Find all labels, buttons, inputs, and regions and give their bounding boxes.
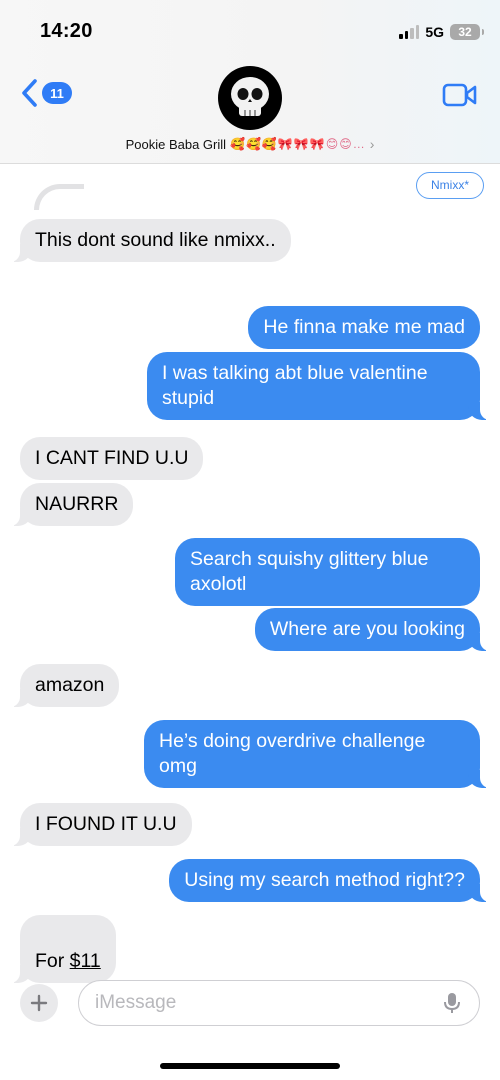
status-time: 14:20	[40, 20, 93, 42]
message-thread[interactable]: Nmixx* This dont sound like nmixx.. He f…	[0, 164, 500, 983]
message-bubble-incoming[interactable]: NAURRR	[7, 483, 134, 526]
conversation-header: 14:20 5G 32 11 Pookie Baba Grill 🥰🥰🥰🎀🎀�	[0, 0, 500, 164]
battery-icon: 32	[450, 24, 484, 40]
home-indicator[interactable]	[160, 1063, 340, 1069]
network-label: 5G	[425, 24, 444, 40]
message-bubble-outgoing[interactable]: Where are you looking	[254, 608, 493, 651]
message-text: For	[35, 950, 70, 972]
video-camera-icon	[442, 83, 477, 107]
message-bubble-outgoing[interactable]: Search squishy glittery blue axolotl	[175, 538, 480, 606]
message-bubble-incoming[interactable]: amazon	[7, 664, 120, 707]
signal-icon	[399, 25, 420, 39]
price-link[interactable]: $11	[70, 950, 101, 972]
message-bubble-incoming[interactable]: I CANT FIND U.U	[20, 437, 204, 480]
plus-icon	[30, 994, 48, 1012]
microphone-icon[interactable]	[441, 991, 463, 1015]
back-button[interactable]: 11	[20, 78, 72, 108]
contact-emojis: 🥰🥰🥰🎀🎀🎀😊😊…	[230, 137, 366, 151]
contact-name-row[interactable]: Pookie Baba Grill 🥰🥰🥰🎀🎀🎀😊😊… ›	[0, 136, 500, 152]
message-bubble-incoming[interactable]: This dont sound like nmixx..	[8, 219, 291, 262]
status-indicators: 5G 32	[399, 22, 484, 42]
skull-icon	[231, 77, 269, 116]
message-bubble-outgoing[interactable]: He’s doing overdrive challenge omg	[144, 720, 492, 788]
message-bubble-outgoing[interactable]: Using my search method right??	[169, 859, 492, 902]
contact-avatar[interactable]	[218, 66, 282, 130]
message-bubble-outgoing[interactable]: He finna make me mad	[248, 306, 480, 349]
message-input[interactable]	[95, 992, 441, 1014]
reply-thread-line	[34, 184, 84, 210]
message-bubble-incoming[interactable]: I FOUND IT U.U	[8, 803, 192, 846]
chevron-left-icon	[22, 79, 37, 107]
apps-plus-button[interactable]	[20, 984, 58, 1022]
chevron-right-icon: ›	[369, 136, 375, 152]
message-bubble-outgoing[interactable]: I was talking abt blue valentine stupid	[147, 352, 492, 420]
message-input-field[interactable]	[78, 980, 480, 1026]
message-bubble-incoming[interactable]: For $11	[8, 915, 116, 983]
reply-tag[interactable]: Nmixx*	[416, 172, 484, 199]
video-call-button[interactable]	[442, 82, 478, 113]
contact-name: Pookie Baba Grill	[125, 136, 227, 152]
unread-count-badge: 11	[42, 82, 72, 104]
battery-level: 32	[458, 25, 472, 39]
